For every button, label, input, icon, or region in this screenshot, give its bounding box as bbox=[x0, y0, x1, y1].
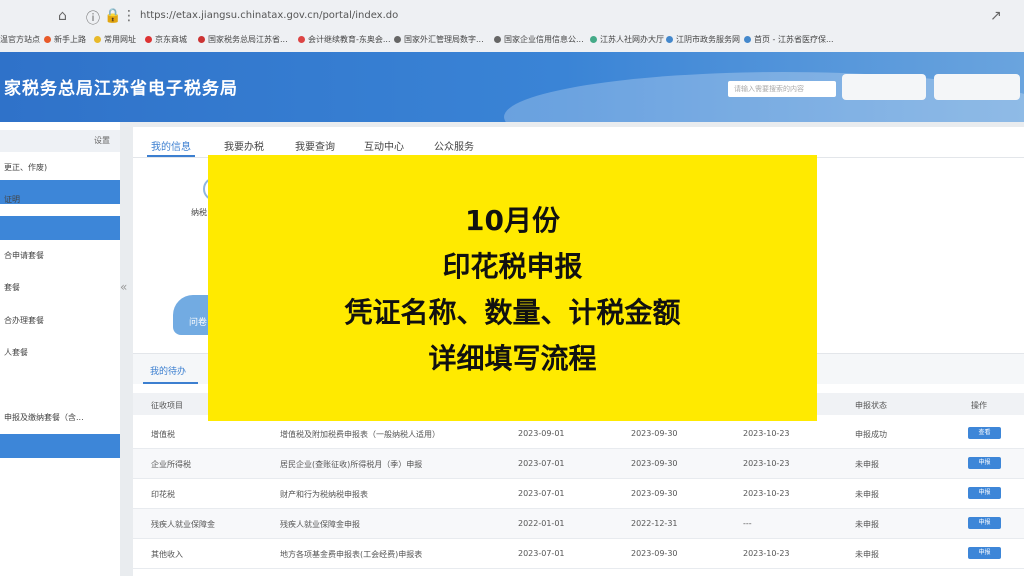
sidebar-item[interactable]: 套餐 bbox=[4, 282, 20, 293]
tab-do-tax[interactable]: 我要办税 bbox=[224, 138, 264, 153]
caption-line: 详细填写流程 bbox=[428, 342, 597, 375]
reader-icon[interactable]: ⋮ bbox=[122, 8, 136, 24]
user-info-box bbox=[842, 74, 926, 100]
tab-interaction[interactable]: 互动中心 bbox=[364, 138, 404, 153]
home-icon[interactable]: ⌂ bbox=[58, 8, 67, 24]
sidebar-item-highlight[interactable] bbox=[0, 434, 120, 458]
address-bar[interactable]: https://etax.jiangsu.chinatax.gov.cn/por… bbox=[140, 10, 398, 21]
cell-deadline: 2023-10-23 bbox=[743, 489, 790, 498]
cell-item: 其他收入 bbox=[151, 550, 183, 559]
caption-line: 10月份 bbox=[465, 204, 560, 237]
table-row[interactable]: 增值税 增值税及附加税费申报表（一般纳税人适用） 2023-09-01 2023… bbox=[133, 419, 1024, 449]
cell-start: 2023-07-01 bbox=[518, 459, 565, 468]
bookmark-item[interactable]: 首页 - 江苏省医疗保... bbox=[744, 34, 834, 45]
caption-line: 印花税申报 bbox=[442, 250, 583, 283]
column-header: 征收项目 bbox=[151, 401, 183, 410]
cloud-label: 问卷 bbox=[189, 318, 208, 328]
bookmark-item[interactable]: 新手上路 bbox=[44, 34, 86, 45]
sidebar-item[interactable]: 合办理套餐 bbox=[4, 315, 44, 326]
sidebar-item[interactable]: 人套餐 bbox=[4, 347, 28, 358]
cell-deadline: --- bbox=[743, 519, 752, 528]
cell-deadline: 2023-10-23 bbox=[743, 549, 790, 558]
sidebar: 设置 更正、作废) 证明 合申请套餐 套餐 合办理套餐 人套餐 申报及缴纳套餐（… bbox=[0, 122, 120, 576]
taxpayer-label: 纳税 bbox=[191, 208, 207, 217]
sidebar-header: 设置 bbox=[0, 130, 120, 152]
cell-deadline: 2023-10-23 bbox=[743, 429, 790, 438]
settings-link[interactable]: 设置 bbox=[94, 135, 110, 146]
cell-form: 地方各项基金费申报表(工会经费)申报表 bbox=[280, 550, 423, 559]
bookmark-item[interactable]: 国家外汇管理局数字... bbox=[394, 34, 484, 45]
tab-public-service[interactable]: 公众服务 bbox=[434, 138, 474, 153]
declare-button[interactable]: 申报 bbox=[968, 457, 1001, 469]
cell-status: 未申报 bbox=[855, 490, 879, 499]
bookmarks-bar: 温官方站点 新手上路 常用网址 京东商城 国家税务总局江苏省... 会计继续教育… bbox=[0, 30, 1024, 48]
cell-status: 未申报 bbox=[855, 460, 879, 469]
bookmark-item[interactable]: 江阴市政务服务网 bbox=[666, 34, 740, 45]
cell-start: 2023-07-01 bbox=[518, 549, 565, 558]
cell-form: 残疾人就业保障金申报 bbox=[280, 520, 360, 529]
declare-button[interactable]: 申报 bbox=[968, 547, 1001, 559]
cell-start: 2022-01-01 bbox=[518, 519, 565, 528]
view-button[interactable]: 查看 bbox=[968, 427, 1001, 439]
cell-item: 增值税 bbox=[151, 430, 175, 439]
sidebar-item[interactable]: 更正、作废) bbox=[4, 162, 47, 173]
user-info-box bbox=[934, 74, 1020, 100]
search-input[interactable]: 请输入需要搜索的内容 bbox=[728, 81, 836, 97]
caption-line: 凭证名称、数量、计税金额 bbox=[344, 296, 681, 329]
sidebar-item[interactable]: 合申请套餐 bbox=[4, 250, 44, 261]
cell-start: 2023-09-01 bbox=[518, 429, 565, 438]
tab-my-info[interactable]: 我的信息 bbox=[151, 138, 191, 153]
sidebar-item[interactable]: 申报及缴纳套餐（含... bbox=[4, 412, 84, 423]
sidebar-item-highlight[interactable] bbox=[0, 216, 120, 240]
cell-item: 印花税 bbox=[151, 490, 175, 499]
bookmark-item[interactable]: 国家企业信用信息公... bbox=[494, 34, 584, 45]
info-icon[interactable]: ⓘ bbox=[86, 8, 100, 28]
cell-form: 增值税及附加税费申报表（一般纳税人适用） bbox=[280, 430, 440, 439]
cell-end: 2023-09-30 bbox=[631, 429, 678, 438]
cell-status: 未申报 bbox=[855, 520, 879, 529]
collapse-sidebar-icon[interactable]: « bbox=[120, 280, 127, 294]
cell-status: 未申报 bbox=[855, 550, 879, 559]
cell-end: 2023-09-30 bbox=[631, 489, 678, 498]
sidebar-item[interactable]: 证明 bbox=[4, 194, 20, 205]
cell-start: 2023-07-01 bbox=[518, 489, 565, 498]
site-title: 家税务总局江苏省电子税务局 bbox=[4, 79, 238, 99]
bookmark-item[interactable]: 江苏人社网办大厅 bbox=[590, 34, 664, 45]
column-header: 申报状态 bbox=[855, 401, 887, 410]
table-row[interactable]: 其他收入 地方各项基金费申报表(工会经费)申报表 2023-07-01 2023… bbox=[133, 539, 1024, 569]
cell-item: 残疾人就业保障金 bbox=[151, 520, 215, 529]
cell-status: 申报成功 bbox=[855, 430, 887, 439]
cell-item: 企业所得税 bbox=[151, 460, 191, 469]
column-header: 操作 bbox=[971, 401, 987, 410]
share-icon[interactable]: ↗ bbox=[990, 8, 1002, 24]
lock-icon: 🔒 bbox=[104, 8, 122, 24]
caption-overlay: 10月份 印花税申报 凭证名称、数量、计税金额 详细填写流程 bbox=[208, 155, 817, 421]
tab-query[interactable]: 我要查询 bbox=[295, 138, 335, 153]
bookmark-item[interactable]: 国家税务总局江苏省... bbox=[198, 34, 288, 45]
cell-form: 居民企业(查账征收)所得税月（季）申报 bbox=[280, 460, 423, 469]
table-row[interactable]: 企业所得税 居民企业(查账征收)所得税月（季）申报 2023-07-01 202… bbox=[133, 449, 1024, 479]
tab-my-todo[interactable]: 我的待办 bbox=[150, 364, 186, 377]
declare-button[interactable]: 申报 bbox=[968, 517, 1001, 529]
site-banner: 家税务总局江苏省电子税务局 请输入需要搜索的内容 bbox=[0, 52, 1024, 122]
browser-chrome: ⌂ ⓘ 🔒 ⋮ https://etax.jiangsu.chinatax.go… bbox=[0, 0, 1024, 52]
declare-button[interactable]: 申报 bbox=[968, 487, 1001, 499]
cell-end: 2023-09-30 bbox=[631, 549, 678, 558]
table-row[interactable]: 印花税 财产和行为税纳税申报表 2023-07-01 2023-09-30 20… bbox=[133, 479, 1024, 509]
bookmark-item[interactable]: 会计继续教育-东奥会... bbox=[298, 34, 391, 45]
cell-end: 2022-12-31 bbox=[631, 519, 678, 528]
cell-form: 财产和行为税纳税申报表 bbox=[280, 490, 368, 499]
bookmark-item[interactable]: 京东商城 bbox=[145, 34, 187, 45]
active-tab-indicator bbox=[143, 382, 198, 384]
cell-deadline: 2023-10-23 bbox=[743, 459, 790, 468]
bookmark-item[interactable]: 常用网址 bbox=[94, 34, 136, 45]
bookmark-item[interactable]: 温官方站点 bbox=[0, 34, 40, 45]
cell-end: 2023-09-30 bbox=[631, 459, 678, 468]
address-row: ⌂ ⓘ 🔒 ⋮ https://etax.jiangsu.chinatax.go… bbox=[0, 6, 1024, 28]
table-row[interactable]: 残疾人就业保障金 残疾人就业保障金申报 2022-01-01 2022-12-3… bbox=[133, 509, 1024, 539]
